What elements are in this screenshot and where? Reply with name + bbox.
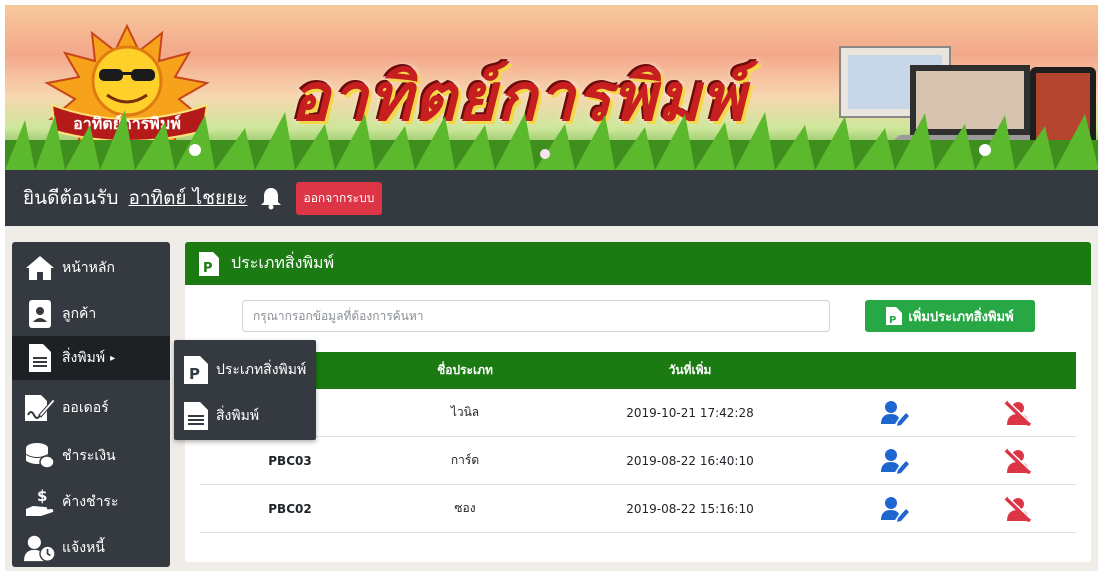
column-header-delete	[960, 352, 1076, 389]
row-code: PBC03	[268, 453, 312, 468]
caret-right-icon: ▸	[110, 352, 116, 364]
greeting-text: ยินดีต้อนรับ	[23, 187, 119, 209]
table-row: PBC02 ซอง 2019-08-22 15:16:10	[200, 485, 1076, 533]
page-title: ประเภทสิ่งพิมพ์	[231, 253, 335, 272]
logout-button[interactable]: ออกจากระบบ	[295, 181, 383, 215]
user-slash-icon[interactable]	[1004, 447, 1032, 474]
sidebar-item-label: หน้าหลัก	[62, 260, 115, 276]
column-header-date: วันที่เพิ่ม	[668, 363, 712, 377]
sidebar-item-publications[interactable]: สิ่งพิมพ์ ▸	[12, 336, 170, 380]
banner: อาทิตย์การพิมพ์ อาทิตย์การพิมพ์	[5, 5, 1098, 170]
column-header-edit	[830, 352, 960, 389]
svg-text:P: P	[203, 261, 213, 276]
row-name: การ์ด	[450, 453, 480, 467]
card-header: P ประเภทสิ่งพิมพ์	[185, 242, 1091, 285]
grass-decoration-icon	[5, 110, 1098, 170]
publication-types-table: ก ชื่อประเภท วันที่เพิ่ม ไวนิล 2019-10-2…	[200, 352, 1076, 533]
submenu-item-label: ประเภทสิ่งพิมพ์	[216, 362, 307, 378]
sidebar-item-label: ชำระเงิน	[62, 448, 116, 464]
add-button-label: เพิ่มประเภทสิ่งพิมพ์	[908, 309, 1014, 325]
user-clock-icon	[24, 535, 56, 562]
sidebar-item-label: แจ้งหนี้	[62, 540, 105, 556]
file-alt-icon	[184, 402, 208, 430]
file-p-icon: P	[886, 307, 903, 325]
username-link[interactable]: อาทิตย์ ไชยยะ	[128, 183, 247, 213]
file-p-icon: P	[184, 356, 208, 384]
bell-icon[interactable]	[260, 186, 282, 210]
row-date: 2019-10-21 17:42:28	[626, 405, 754, 420]
file-icon	[29, 344, 51, 372]
sidebar-item-label: ออเดอร์	[62, 400, 109, 416]
sidebar-item-invoice[interactable]: แจ้งหนี้	[12, 526, 170, 570]
row-name: ไวนิล	[450, 405, 480, 419]
home-icon	[26, 256, 54, 280]
sidebar-item-payment[interactable]: ชำระเงิน	[12, 434, 170, 478]
table-row: PBC03 การ์ด 2019-08-22 16:40:10	[200, 437, 1076, 485]
sidebar-item-home[interactable]: หน้าหลัก	[12, 246, 170, 290]
sidebar-item-label: ค้างชำระ	[62, 494, 119, 510]
sidebar-item-label: ลูกค้า	[62, 306, 97, 322]
contact-card-icon	[29, 300, 51, 328]
svg-text:P: P	[889, 315, 896, 325]
row-date: 2019-08-22 16:40:10	[626, 453, 754, 468]
svg-text:P: P	[189, 365, 200, 383]
row-name: ซอง	[454, 501, 476, 515]
user-edit-icon[interactable]	[881, 448, 909, 474]
table-row: ไวนิล 2019-10-21 17:42:28	[200, 389, 1076, 437]
submenu-item-publications[interactable]: สิ่งพิมพ์	[174, 392, 316, 440]
submenu-item-label: สิ่งพิมพ์	[216, 408, 260, 424]
user-edit-icon[interactable]	[881, 496, 909, 522]
sidebar: หน้าหลัก ลูกค้า สิ่งพิมพ์ ▸ ออเดอร์ ชำระ…	[12, 242, 170, 567]
search-input[interactable]	[242, 300, 830, 332]
main-card: P ประเภทสิ่งพิมพ์ P เพิ่มประเภทสิ่งพิมพ์…	[185, 242, 1091, 562]
sidebar-item-label: สิ่งพิมพ์	[62, 350, 106, 366]
table-header: ก ชื่อประเภท วันที่เพิ่ม	[200, 352, 1076, 389]
user-edit-icon[interactable]	[881, 400, 909, 426]
hand-holding-usd-icon: $	[26, 487, 54, 516]
svg-text:$: $	[37, 487, 47, 505]
sidebar-item-orders[interactable]: ออเดอร์	[12, 386, 170, 430]
submenu-item-publication-types[interactable]: P ประเภทสิ่งพิมพ์	[174, 346, 316, 394]
coins-icon	[26, 443, 55, 469]
add-publication-type-button[interactable]: P เพิ่มประเภทสิ่งพิมพ์	[865, 300, 1035, 332]
column-header-name: ชื่อประเภท	[437, 363, 493, 377]
row-date: 2019-08-22 15:16:10	[626, 501, 754, 516]
publications-submenu: P ประเภทสิ่งพิมพ์ สิ่งพิมพ์	[174, 340, 316, 440]
row-code: PBC02	[268, 501, 312, 516]
user-slash-icon[interactable]	[1004, 399, 1032, 426]
welcome-bar: ยินดีต้อนรับ อาทิตย์ ไชยยะ ออกจากระบบ	[5, 170, 1098, 226]
sidebar-item-outstanding[interactable]: $ ค้างชำระ	[12, 480, 170, 524]
file-signature-icon	[25, 395, 55, 421]
user-slash-icon[interactable]	[1004, 495, 1032, 522]
file-p-icon: P	[199, 251, 219, 276]
sidebar-item-customers[interactable]: ลูกค้า	[12, 292, 170, 336]
